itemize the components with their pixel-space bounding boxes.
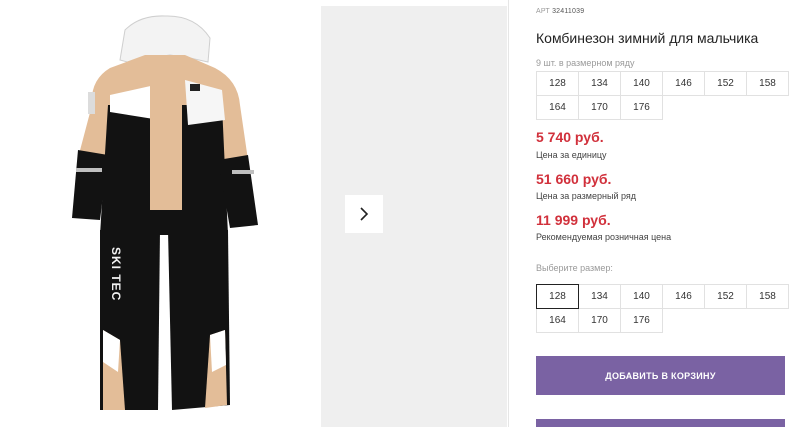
pack-label: 9 шт. в размерном ряду [536, 58, 635, 68]
size-option[interactable]: 164 [536, 308, 579, 333]
size-option[interactable]: 140 [620, 284, 663, 309]
retail-price-label: Рекомендуемая розничная цена [536, 232, 672, 242]
choose-size-label: Выберите размер: [536, 263, 613, 273]
size-option[interactable]: 170 [578, 308, 621, 333]
size-option[interactable]: 134 [578, 284, 621, 309]
size-option-selected[interactable]: 128 [536, 284, 579, 309]
article-prefix: АРТ [536, 8, 550, 15]
pack-size-cell: 134 [578, 71, 621, 96]
pack-size-cell: 170 [578, 95, 621, 120]
product-title: Комбинезон зимний для мальчика [536, 30, 759, 46]
size-option[interactable]: 158 [746, 284, 789, 309]
size-selector: 128 134 140 146 152 158 164 170 176 [536, 284, 789, 333]
pack-size-cell: 152 [704, 71, 747, 96]
pack-size-cell: 158 [746, 71, 789, 96]
garment-print-text: SKI TEC [109, 247, 123, 302]
snowsuit-image [72, 15, 258, 410]
pack-size-cell: 176 [620, 95, 663, 120]
size-option[interactable]: 146 [662, 284, 705, 309]
row-price: 51 660 руб. [536, 171, 612, 187]
gallery-next-button[interactable] [345, 195, 383, 233]
pack-size-grid: 128 134 140 146 152 158 164 170 176 [536, 71, 789, 120]
unit-price: 5 740 руб. [536, 129, 604, 145]
retail-price: 11 999 руб. [536, 212, 611, 228]
pack-size-cell: 140 [620, 71, 663, 96]
row-price-label: Цена за размерный ряд [536, 191, 637, 201]
chevron-right-icon [360, 207, 369, 221]
article-number: АРТ 32411039 [536, 8, 584, 15]
pack-size-cell: 128 [536, 71, 579, 96]
pack-size-cell: 146 [662, 71, 705, 96]
product-main-image[interactable]: SKI TEC [0, 0, 315, 427]
article-value: 32411039 [552, 8, 585, 15]
divider [508, 0, 509, 427]
pack-size-cell: 164 [536, 95, 579, 120]
add-to-cart-button[interactable]: ДОБАВИТЬ В КОРЗИНУ [536, 356, 785, 395]
size-option[interactable]: 176 [620, 308, 663, 333]
secondary-action-button[interactable] [536, 419, 785, 427]
unit-price-label: Цена за единицу [536, 150, 607, 160]
size-option[interactable]: 152 [704, 284, 747, 309]
